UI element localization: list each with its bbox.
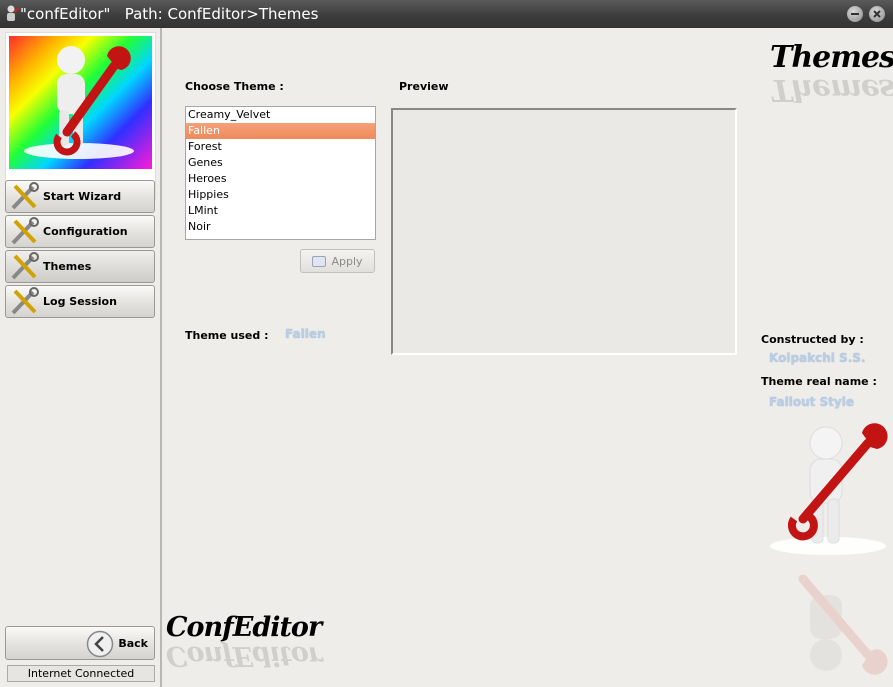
sidebar: Start Wizard Configuration Themes Log Se…: [0, 28, 162, 687]
list-item[interactable]: Noir: [186, 219, 375, 235]
sidebar-item-label: Configuration: [43, 225, 128, 238]
apply-label: Apply: [331, 254, 363, 268]
choose-theme-label: Choose Theme :: [185, 80, 284, 93]
sidebar-item-log-session[interactable]: Log Session: [5, 285, 155, 318]
sidebar-item-label: Log Session: [43, 295, 117, 308]
theme-real-name-value: Fallout Style: [769, 395, 854, 409]
list-item[interactable]: Hippies: [186, 187, 375, 203]
page-heading-reflection: Themes: [770, 72, 893, 107]
theme-real-name-label: Theme real name :: [761, 375, 877, 388]
sidebar-item-label: Start Wizard: [43, 190, 122, 203]
list-item[interactable]: Genes: [186, 155, 375, 171]
page-heading: Themes: [770, 40, 893, 75]
sidebar-item-configuration[interactable]: Configuration: [5, 215, 155, 248]
list-item[interactable]: Creamy_Velvet: [186, 107, 375, 123]
preview-label: Preview: [399, 80, 449, 93]
tools-icon: [11, 287, 39, 315]
tools-icon: [11, 217, 39, 245]
theme-used-value: Fallen: [285, 327, 326, 341]
constructed-by-value: Kolpakchi S.S.: [769, 351, 866, 365]
theme-list[interactable]: Creamy_Velvet Fallen Forest Genes Heroes…: [185, 106, 376, 240]
sidebar-item-themes[interactable]: Themes: [5, 250, 155, 283]
back-label: Back: [118, 637, 148, 650]
window-title: "confEditor" Path: ConfEditor>Themes: [20, 5, 319, 23]
close-icon: [873, 10, 881, 18]
logo-image: [5, 32, 156, 200]
minimize-icon: [851, 13, 859, 15]
main-panel: Choose Theme : Preview Creamy_Velvet Fal…: [164, 28, 893, 687]
apply-icon: [312, 255, 327, 267]
back-button[interactable]: Back: [5, 626, 155, 660]
apply-button[interactable]: Apply: [300, 249, 375, 273]
mascot-wrench-icon: [770, 423, 888, 675]
sidebar-item-start-wizard[interactable]: Start Wizard: [5, 180, 155, 213]
list-item[interactable]: Forest: [186, 139, 375, 155]
minimize-button[interactable]: [847, 6, 863, 22]
app-icon: [7, 5, 19, 21]
theme-preview: [391, 108, 737, 355]
mascot-wrench-icon: [24, 46, 134, 159]
close-button[interactable]: [869, 6, 885, 22]
brand-logo: ConfEditor: [166, 612, 322, 643]
connection-status: Internet Connected: [7, 665, 155, 682]
sidebar-item-label: Themes: [43, 260, 92, 273]
list-item[interactable]: Heroes: [186, 171, 375, 187]
back-arrow-icon: [86, 630, 114, 658]
theme-used-label: Theme used :: [185, 329, 269, 342]
brand-logo-reflection: ConfEditor: [166, 640, 322, 671]
title-bar: "confEditor" Path: ConfEditor>Themes: [0, 0, 893, 28]
tools-icon: [11, 182, 39, 210]
constructed-by-label: Constructed by :: [761, 333, 864, 346]
list-item-selected[interactable]: Fallen: [186, 123, 375, 139]
tools-icon: [11, 252, 39, 280]
list-item[interactable]: LMint: [186, 203, 375, 219]
